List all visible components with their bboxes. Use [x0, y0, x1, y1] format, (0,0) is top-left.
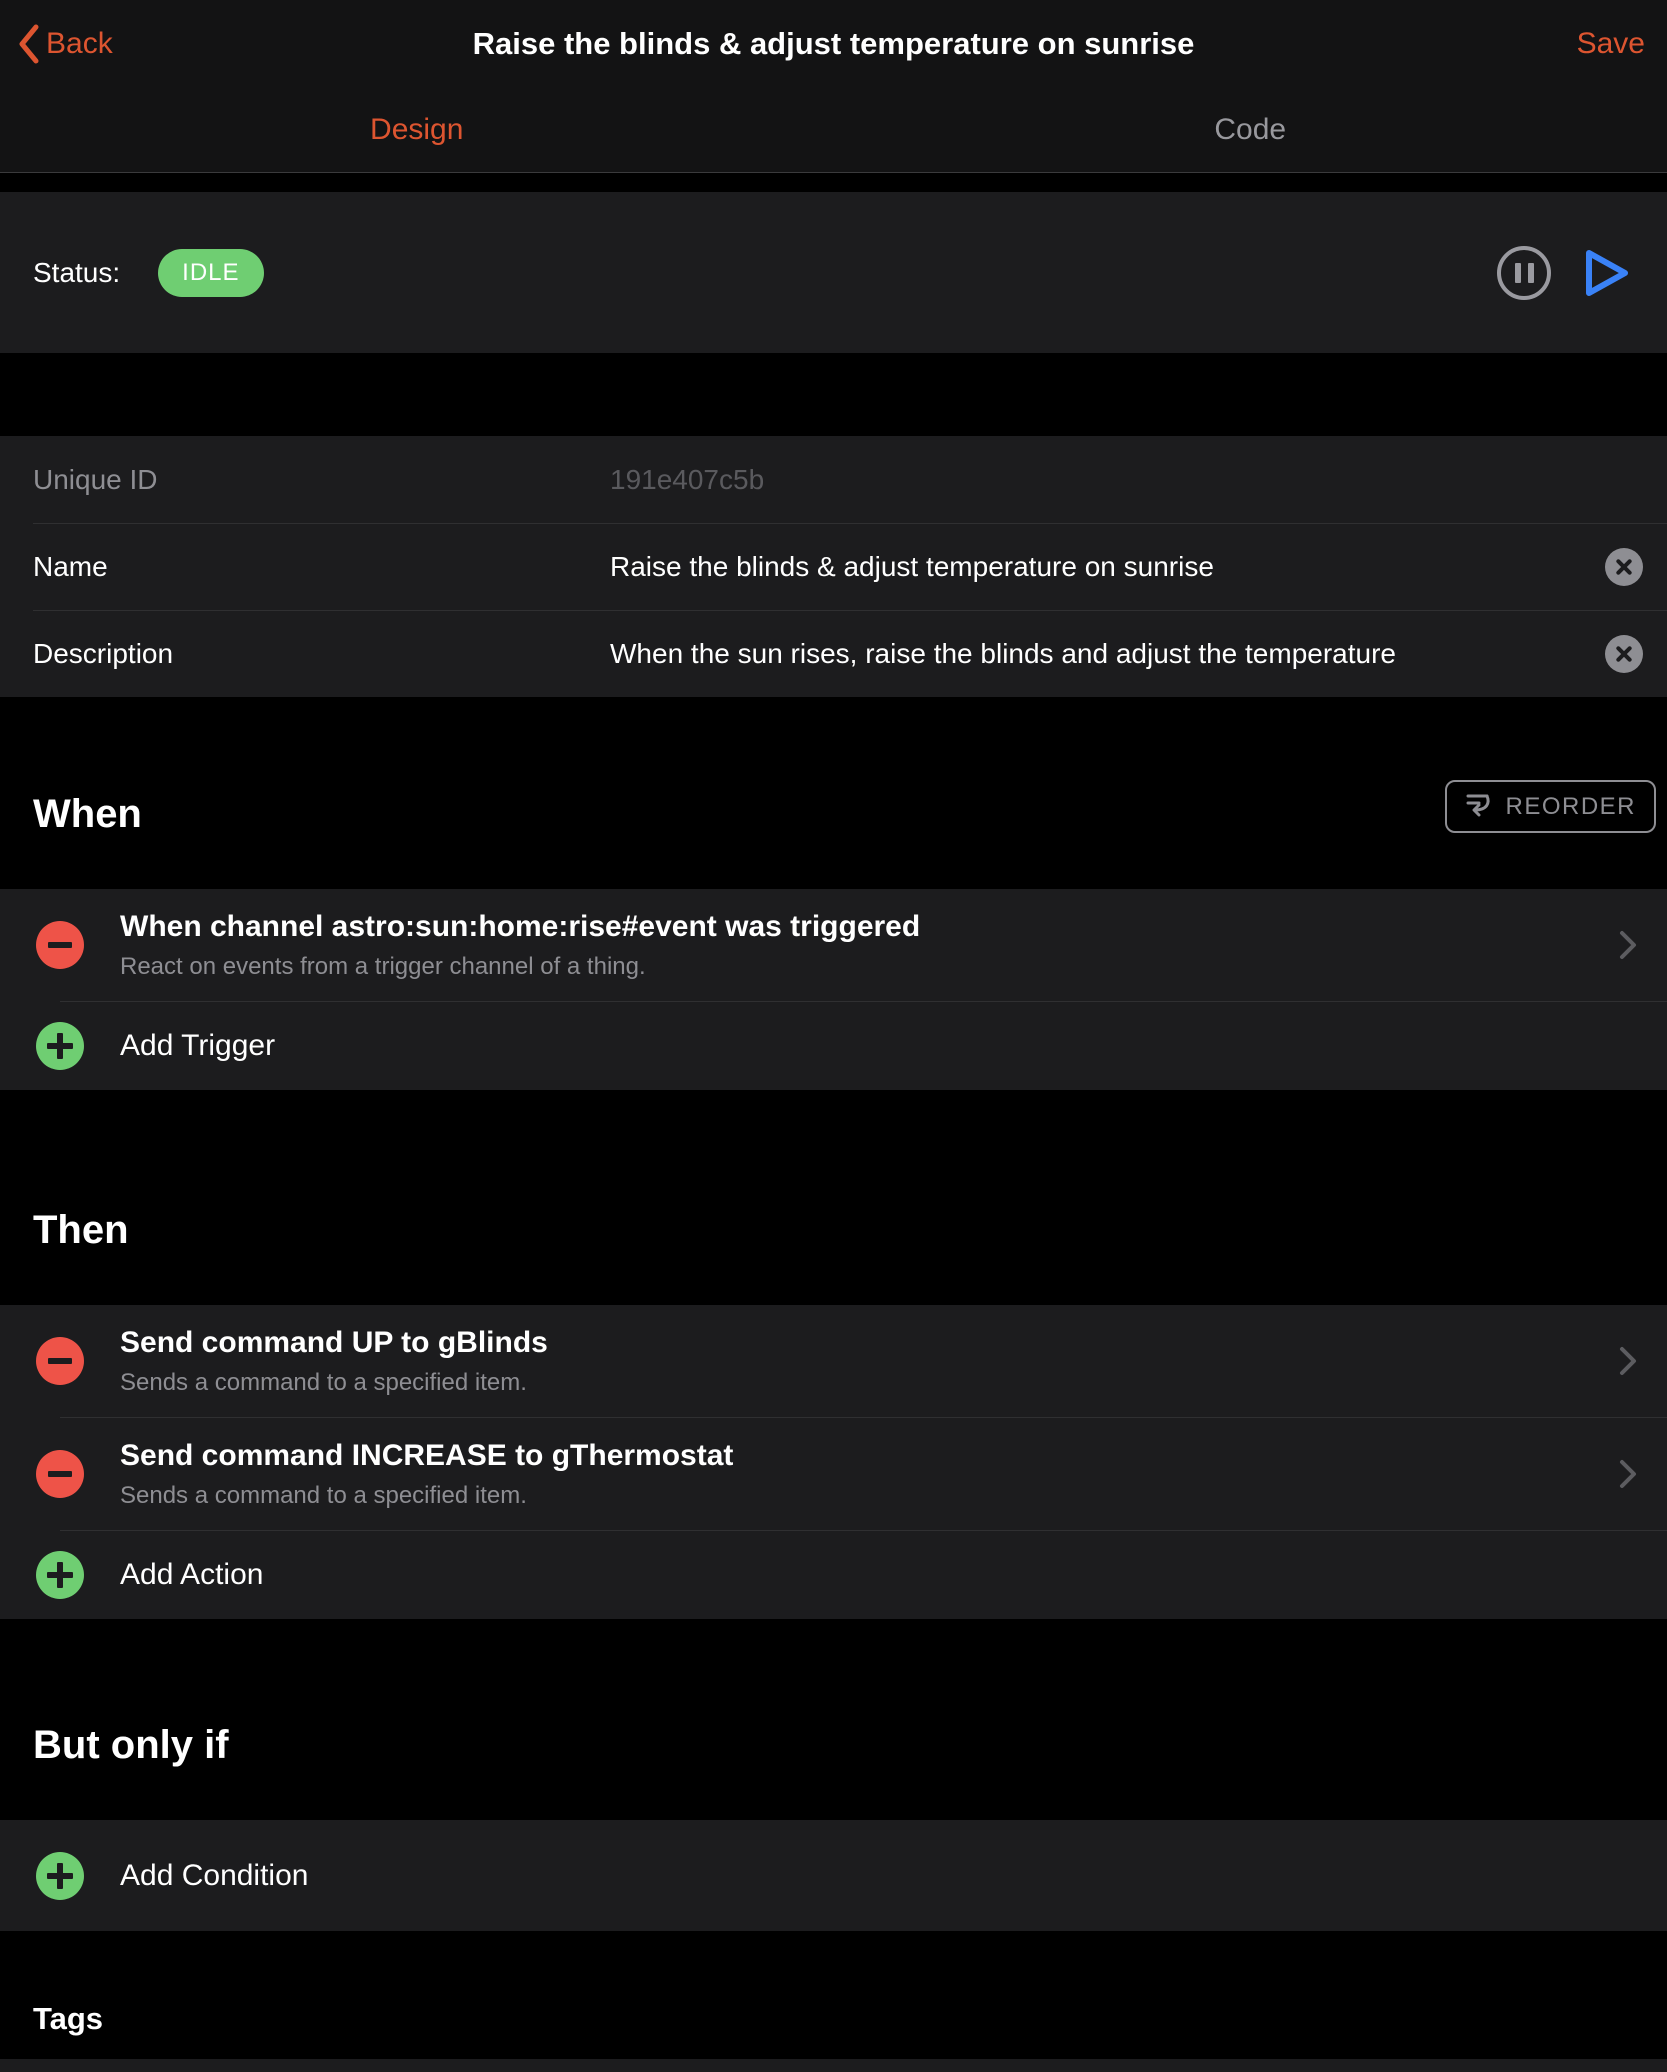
run-rule-icon[interactable] [1583, 247, 1631, 299]
add-condition-label: Add Condition [120, 1859, 308, 1893]
chevron-right-icon [1619, 1346, 1637, 1376]
action-body: Send command UP to gBlinds Sends a comma… [120, 1326, 1619, 1397]
unique-id-label: Unique ID [33, 464, 610, 496]
name-label: Name [33, 551, 610, 583]
spacer [0, 353, 1667, 436]
but-only-if-section-header: But only if [0, 1619, 1667, 1820]
page-title: Raise the blinds & adjust temperature on… [473, 26, 1195, 62]
reorder-icon [1465, 791, 1493, 822]
status-label: Status: [33, 257, 120, 289]
reorder-label: REORDER [1505, 793, 1636, 821]
tags-heading: Tags [33, 2001, 103, 2037]
pause-rule-icon[interactable] [1497, 246, 1551, 300]
reorder-button[interactable]: REORDER [1445, 780, 1656, 833]
add-action-icon[interactable] [36, 1551, 84, 1599]
spacer [0, 173, 1667, 192]
next-card-edge [0, 2059, 1667, 2072]
tab-design[interactable]: Design [0, 88, 834, 172]
trigger-row[interactable]: When channel astro:sun:home:rise#event w… [0, 889, 1667, 1001]
name-field[interactable]: Raise the blinds & adjust temperature on… [610, 551, 1593, 583]
add-trigger-row[interactable]: Add Trigger [0, 1002, 1667, 1090]
triggers-card: When channel astro:sun:home:rise#event w… [0, 889, 1667, 1090]
trigger-subtitle: React on events from a trigger channel o… [120, 953, 1619, 981]
name-row: Name Raise the blinds & adjust temperatu… [0, 523, 1667, 610]
unique-id-row: Unique ID 191e407c5b [0, 436, 1667, 523]
remove-action-icon[interactable] [36, 1450, 84, 1498]
remove-action-icon[interactable] [36, 1337, 84, 1385]
description-row: Description When the sun rises, raise th… [0, 610, 1667, 697]
description-field[interactable]: When the sun rises, raise the blinds and… [610, 638, 1593, 670]
add-trigger-label: Add Trigger [120, 1029, 275, 1063]
tab-code[interactable]: Code [834, 88, 1667, 172]
when-section-header: When REORDER [0, 697, 1667, 889]
action-row[interactable]: Send command INCREASE to gThermostat Sen… [0, 1418, 1667, 1530]
action-subtitle: Sends a command to a specified item. [120, 1482, 1619, 1510]
clear-name-icon[interactable] [1605, 548, 1643, 586]
back-label: Back [46, 27, 113, 61]
add-condition-row[interactable]: Add Condition [0, 1820, 1667, 1931]
remove-trigger-icon[interactable] [36, 921, 84, 969]
action-subtitle: Sends a command to a specified item. [120, 1369, 1619, 1397]
rule-info-card: Unique ID 191e407c5b Name Raise the blin… [0, 436, 1667, 697]
tab-bar: Design Code [0, 88, 1667, 172]
actions-card: Send command UP to gBlinds Sends a comma… [0, 1305, 1667, 1619]
chevron-right-icon [1619, 930, 1637, 960]
back-chevron-icon [16, 23, 40, 65]
when-heading: When [33, 792, 142, 837]
status-badge: IDLE [158, 249, 263, 297]
action-title: Send command INCREASE to gThermostat [120, 1439, 1619, 1473]
action-title: Send command UP to gBlinds [120, 1326, 1619, 1360]
then-heading: Then [33, 1208, 129, 1253]
status-card: Status: IDLE [0, 192, 1667, 353]
tags-section-header: Tags [0, 1931, 1667, 2059]
trigger-body: When channel astro:sun:home:rise#event w… [120, 910, 1619, 981]
action-row[interactable]: Send command UP to gBlinds Sends a comma… [0, 1305, 1667, 1417]
add-action-row[interactable]: Add Action [0, 1531, 1667, 1619]
add-action-label: Add Action [120, 1558, 263, 1592]
then-section-header: Then [0, 1090, 1667, 1305]
add-trigger-icon[interactable] [36, 1022, 84, 1070]
action-body: Send command INCREASE to gThermostat Sen… [120, 1439, 1619, 1510]
add-condition-icon[interactable] [36, 1852, 84, 1900]
chevron-right-icon [1619, 1459, 1637, 1489]
unique-id-value: 191e407c5b [610, 464, 1667, 496]
trigger-title: When channel astro:sun:home:rise#event w… [120, 910, 1619, 944]
nav-title-row: Back Raise the blinds & adjust temperatu… [0, 0, 1667, 88]
back-button[interactable]: Back [16, 23, 113, 65]
rule-run-controls [1497, 246, 1631, 300]
top-navigation-bar: Back Raise the blinds & adjust temperatu… [0, 0, 1667, 173]
but-only-if-heading: But only if [33, 1723, 229, 1768]
save-button[interactable]: Save [1577, 27, 1645, 61]
description-label: Description [33, 638, 610, 670]
conditions-card: Add Condition [0, 1820, 1667, 1931]
clear-description-icon[interactable] [1605, 635, 1643, 673]
